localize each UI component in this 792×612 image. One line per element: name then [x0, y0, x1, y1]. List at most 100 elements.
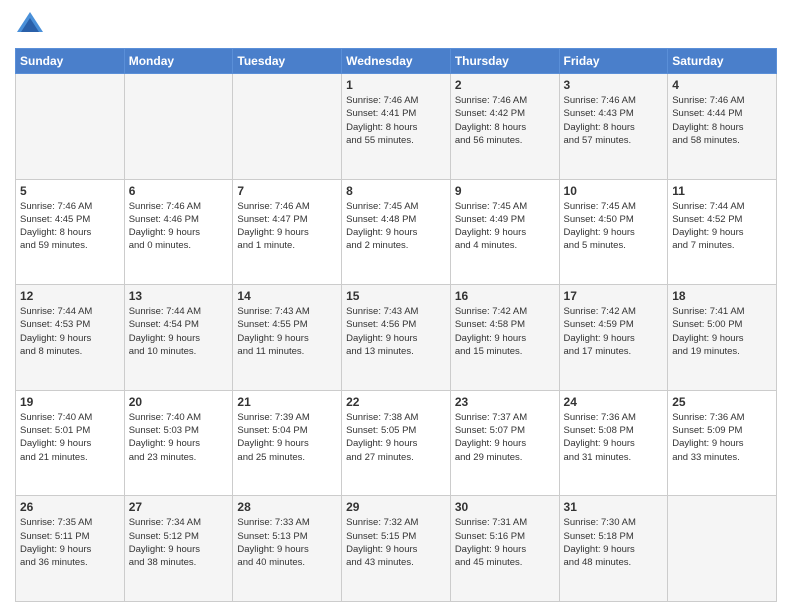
- calendar-cell: 20 Sunrise: 7:40 AM Sunset: 5:03 PM Dayli…: [124, 390, 233, 496]
- calendar-cell: 25 Sunrise: 7:36 AM Sunset: 5:09 PM Dayli…: [668, 390, 777, 496]
- calendar-cell: 14 Sunrise: 7:43 AM Sunset: 4:55 PM Dayli…: [233, 285, 342, 391]
- day-number: 9: [455, 184, 555, 198]
- weekday-sunday: Sunday: [16, 49, 125, 74]
- calendar-cell: [16, 74, 125, 180]
- day-info: Sunrise: 7:42 AM Sunset: 4:58 PM Dayligh…: [455, 305, 555, 358]
- day-info: Sunrise: 7:39 AM Sunset: 5:04 PM Dayligh…: [237, 411, 337, 464]
- calendar-cell: 1 Sunrise: 7:46 AM Sunset: 4:41 PM Daylig…: [342, 74, 451, 180]
- weekday-monday: Monday: [124, 49, 233, 74]
- day-info: Sunrise: 7:45 AM Sunset: 4:48 PM Dayligh…: [346, 200, 446, 253]
- calendar-cell: 10 Sunrise: 7:45 AM Sunset: 4:50 PM Dayli…: [559, 179, 668, 285]
- day-info: Sunrise: 7:46 AM Sunset: 4:41 PM Dayligh…: [346, 94, 446, 147]
- day-info: Sunrise: 7:36 AM Sunset: 5:09 PM Dayligh…: [672, 411, 772, 464]
- calendar-cell: 24 Sunrise: 7:36 AM Sunset: 5:08 PM Dayli…: [559, 390, 668, 496]
- page: SundayMondayTuesdayWednesdayThursdayFrid…: [0, 0, 792, 612]
- day-number: 18: [672, 289, 772, 303]
- day-info: Sunrise: 7:32 AM Sunset: 5:15 PM Dayligh…: [346, 516, 446, 569]
- calendar-cell: 12 Sunrise: 7:44 AM Sunset: 4:53 PM Dayli…: [16, 285, 125, 391]
- day-number: 1: [346, 78, 446, 92]
- day-info: Sunrise: 7:46 AM Sunset: 4:42 PM Dayligh…: [455, 94, 555, 147]
- calendar-cell: 9 Sunrise: 7:45 AM Sunset: 4:49 PM Daylig…: [450, 179, 559, 285]
- day-info: Sunrise: 7:31 AM Sunset: 5:16 PM Dayligh…: [455, 516, 555, 569]
- day-number: 31: [564, 500, 664, 514]
- calendar-week-0: 1 Sunrise: 7:46 AM Sunset: 4:41 PM Daylig…: [16, 74, 777, 180]
- day-number: 8: [346, 184, 446, 198]
- logo-icon: [15, 10, 45, 40]
- day-number: 3: [564, 78, 664, 92]
- day-number: 26: [20, 500, 120, 514]
- weekday-tuesday: Tuesday: [233, 49, 342, 74]
- calendar-cell: 29Sunrise: 7:32 AM Sunset: 5:15 PM Dayli…: [342, 496, 451, 602]
- calendar-cell: 23Sunrise: 7:37 AM Sunset: 5:07 PM Dayli…: [450, 390, 559, 496]
- day-number: 20: [129, 395, 229, 409]
- day-info: Sunrise: 7:42 AM Sunset: 4:59 PM Dayligh…: [564, 305, 664, 358]
- day-number: 30: [455, 500, 555, 514]
- calendar-cell: 21 Sunrise: 7:39 AM Sunset: 5:04 PM Dayli…: [233, 390, 342, 496]
- calendar-table: SundayMondayTuesdayWednesdayThursdayFrid…: [15, 48, 777, 602]
- weekday-friday: Friday: [559, 49, 668, 74]
- weekday-wednesday: Wednesday: [342, 49, 451, 74]
- day-number: 7: [237, 184, 337, 198]
- calendar-week-3: 19Sunrise: 7:40 AM Sunset: 5:01 PM Dayli…: [16, 390, 777, 496]
- calendar-cell: 16Sunrise: 7:42 AM Sunset: 4:58 PM Dayli…: [450, 285, 559, 391]
- weekday-thursday: Thursday: [450, 49, 559, 74]
- day-number: 27: [129, 500, 229, 514]
- calendar-cell: 7 Sunrise: 7:46 AM Sunset: 4:47 PM Daylig…: [233, 179, 342, 285]
- calendar-cell: 27 Sunrise: 7:34 AM Sunset: 5:12 PM Dayli…: [124, 496, 233, 602]
- calendar-cell: 4 Sunrise: 7:46 AM Sunset: 4:44 PM Daylig…: [668, 74, 777, 180]
- calendar-cell: 8 Sunrise: 7:45 AM Sunset: 4:48 PM Daylig…: [342, 179, 451, 285]
- day-number: 5: [20, 184, 120, 198]
- calendar-cell: 3Sunrise: 7:46 AM Sunset: 4:43 PM Daylig…: [559, 74, 668, 180]
- calendar-cell: 22 Sunrise: 7:38 AM Sunset: 5:05 PM Dayli…: [342, 390, 451, 496]
- day-info: Sunrise: 7:44 AM Sunset: 4:52 PM Dayligh…: [672, 200, 772, 253]
- day-info: Sunrise: 7:43 AM Sunset: 4:56 PM Dayligh…: [346, 305, 446, 358]
- day-number: 21: [237, 395, 337, 409]
- calendar-week-4: 26 Sunrise: 7:35 AM Sunset: 5:11 PM Dayli…: [16, 496, 777, 602]
- day-number: 10: [564, 184, 664, 198]
- calendar-cell: 13 Sunrise: 7:44 AM Sunset: 4:54 PM Dayli…: [124, 285, 233, 391]
- calendar-cell: 15 Sunrise: 7:43 AM Sunset: 4:56 PM Dayli…: [342, 285, 451, 391]
- day-number: 22: [346, 395, 446, 409]
- day-info: Sunrise: 7:38 AM Sunset: 5:05 PM Dayligh…: [346, 411, 446, 464]
- day-info: Sunrise: 7:41 AM Sunset: 5:00 PM Dayligh…: [672, 305, 772, 358]
- day-info: Sunrise: 7:34 AM Sunset: 5:12 PM Dayligh…: [129, 516, 229, 569]
- day-info: Sunrise: 7:46 AM Sunset: 4:44 PM Dayligh…: [672, 94, 772, 147]
- day-number: 15: [346, 289, 446, 303]
- day-info: Sunrise: 7:46 AM Sunset: 4:46 PM Dayligh…: [129, 200, 229, 253]
- day-info: Sunrise: 7:35 AM Sunset: 5:11 PM Dayligh…: [20, 516, 120, 569]
- day-number: 12: [20, 289, 120, 303]
- calendar-cell: 19Sunrise: 7:40 AM Sunset: 5:01 PM Dayli…: [16, 390, 125, 496]
- header: [15, 10, 777, 40]
- day-number: 6: [129, 184, 229, 198]
- day-info: Sunrise: 7:46 AM Sunset: 4:45 PM Dayligh…: [20, 200, 120, 253]
- day-number: 24: [564, 395, 664, 409]
- day-number: 11: [672, 184, 772, 198]
- day-number: 23: [455, 395, 555, 409]
- day-info: Sunrise: 7:44 AM Sunset: 4:54 PM Dayligh…: [129, 305, 229, 358]
- calendar-cell: [668, 496, 777, 602]
- day-number: 28: [237, 500, 337, 514]
- calendar-cell: 17 Sunrise: 7:42 AM Sunset: 4:59 PM Dayli…: [559, 285, 668, 391]
- calendar-cell: 11 Sunrise: 7:44 AM Sunset: 4:52 PM Dayli…: [668, 179, 777, 285]
- calendar-cell: 30 Sunrise: 7:31 AM Sunset: 5:16 PM Dayli…: [450, 496, 559, 602]
- day-info: Sunrise: 7:45 AM Sunset: 4:50 PM Dayligh…: [564, 200, 664, 253]
- day-number: 25: [672, 395, 772, 409]
- calendar-cell: 6 Sunrise: 7:46 AM Sunset: 4:46 PM Daylig…: [124, 179, 233, 285]
- calendar-cell: 18 Sunrise: 7:41 AM Sunset: 5:00 PM Dayli…: [668, 285, 777, 391]
- day-number: 4: [672, 78, 772, 92]
- day-number: 17: [564, 289, 664, 303]
- calendar-cell: 26 Sunrise: 7:35 AM Sunset: 5:11 PM Dayli…: [16, 496, 125, 602]
- day-info: Sunrise: 7:40 AM Sunset: 5:03 PM Dayligh…: [129, 411, 229, 464]
- calendar-week-1: 5 Sunrise: 7:46 AM Sunset: 4:45 PM Daylig…: [16, 179, 777, 285]
- day-info: Sunrise: 7:44 AM Sunset: 4:53 PM Dayligh…: [20, 305, 120, 358]
- calendar-cell: 2Sunrise: 7:46 AM Sunset: 4:42 PM Daylig…: [450, 74, 559, 180]
- day-info: Sunrise: 7:43 AM Sunset: 4:55 PM Dayligh…: [237, 305, 337, 358]
- logo: [15, 10, 49, 40]
- calendar-week-2: 12 Sunrise: 7:44 AM Sunset: 4:53 PM Dayli…: [16, 285, 777, 391]
- day-info: Sunrise: 7:45 AM Sunset: 4:49 PM Dayligh…: [455, 200, 555, 253]
- day-number: 13: [129, 289, 229, 303]
- day-info: Sunrise: 7:36 AM Sunset: 5:08 PM Dayligh…: [564, 411, 664, 464]
- day-info: Sunrise: 7:46 AM Sunset: 4:47 PM Dayligh…: [237, 200, 337, 253]
- day-info: Sunrise: 7:33 AM Sunset: 5:13 PM Dayligh…: [237, 516, 337, 569]
- day-number: 14: [237, 289, 337, 303]
